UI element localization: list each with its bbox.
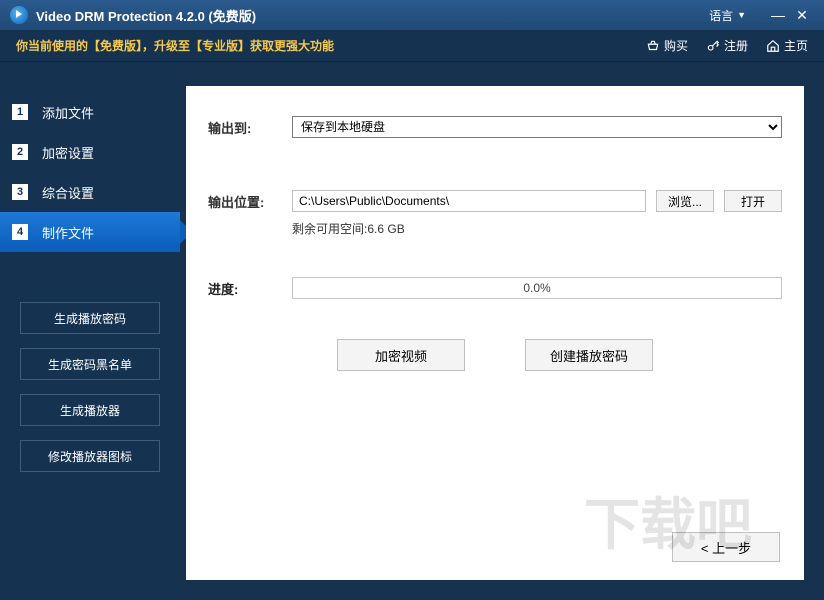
- chevron-down-icon: ▼: [737, 10, 746, 20]
- app-logo-icon: [10, 6, 28, 24]
- title-bar: Video DRM Protection 4.2.0 (免费版) 语言 ▼ — …: [0, 0, 824, 30]
- free-space-info: 剩余可用空间:6.6 GB: [292, 220, 782, 237]
- step-number: 4: [12, 224, 28, 240]
- action-row: 加密视频 创建播放密码: [208, 339, 782, 371]
- minimize-button[interactable]: —: [766, 7, 790, 23]
- encrypt-video-button[interactable]: 加密视频: [337, 339, 465, 371]
- sidebar-step-general-settings[interactable]: 3 综合设置: [0, 172, 180, 212]
- output-path-input[interactable]: [292, 190, 646, 212]
- output-to-select-wrap: 保存到本地硬盘: [292, 116, 782, 138]
- buy-label: 购买: [664, 37, 688, 54]
- main-area: 1 添加文件 2 加密设置 3 综合设置 4 制作文件 生成播放密码 生成密码黑…: [0, 62, 824, 600]
- output-path-label: 输出位置:: [208, 192, 292, 211]
- output-path-field-wrap: 浏览... 打开: [292, 190, 782, 212]
- gen-play-password-button[interactable]: 生成播放密码: [20, 302, 160, 334]
- register-label: 注册: [724, 37, 748, 54]
- buy-link[interactable]: 购买: [646, 37, 688, 54]
- content-panel: 输出到: 保存到本地硬盘 输出位置: 浏览... 打开 剩余可用空间:6.6 G…: [186, 86, 804, 580]
- output-path-row: 输出位置: 浏览... 打开: [208, 190, 782, 212]
- step-number: 2: [12, 144, 28, 160]
- step-label: 制作文件: [42, 223, 94, 242]
- modify-player-icon-button[interactable]: 修改播放器图标: [20, 440, 160, 472]
- sidebar: 1 添加文件 2 加密设置 3 综合设置 4 制作文件 生成播放密码 生成密码黑…: [0, 62, 180, 600]
- progress-bar: 0.0%: [292, 277, 782, 299]
- home-label: 主页: [784, 37, 808, 54]
- create-play-password-button[interactable]: 创建播放密码: [525, 339, 653, 371]
- close-button[interactable]: ✕: [790, 7, 814, 24]
- step-label: 加密设置: [42, 143, 94, 162]
- language-label: 语言: [709, 7, 733, 24]
- header-links: 购买 注册 主页: [646, 37, 808, 54]
- previous-step-button[interactable]: < 上一步: [672, 532, 780, 562]
- register-link[interactable]: 注册: [706, 37, 748, 54]
- sidebar-step-encrypt-settings[interactable]: 2 加密设置: [0, 132, 180, 172]
- app-title: Video DRM Protection 4.2.0 (免费版): [36, 6, 709, 25]
- promo-bar: 你当前使用的【免费版】，升级至【专业版】获取更强大功能 购买 注册 主页: [0, 30, 824, 62]
- sidebar-step-add-files[interactable]: 1 添加文件: [0, 92, 180, 132]
- gen-player-button[interactable]: 生成播放器: [20, 394, 160, 426]
- step-label: 添加文件: [42, 103, 94, 122]
- progress-row: 进度: 0.0%: [208, 277, 782, 299]
- step-number: 3: [12, 184, 28, 200]
- free-space-value: 6.6 GB: [367, 222, 404, 236]
- language-dropdown[interactable]: 语言 ▼: [709, 7, 746, 24]
- output-to-row: 输出到: 保存到本地硬盘: [208, 116, 782, 138]
- step-number: 1: [12, 104, 28, 120]
- step-label: 综合设置: [42, 183, 94, 202]
- output-to-label: 输出到:: [208, 118, 292, 137]
- open-button[interactable]: 打开: [724, 190, 782, 212]
- gen-blacklist-button[interactable]: 生成密码黑名单: [20, 348, 160, 380]
- browse-button[interactable]: 浏览...: [656, 190, 714, 212]
- sidebar-buttons: 生成播放密码 生成密码黑名单 生成播放器 修改播放器图标: [0, 302, 180, 472]
- output-to-select[interactable]: 保存到本地硬盘: [292, 116, 782, 138]
- basket-icon: [646, 39, 660, 53]
- progress-value: 0.0%: [523, 281, 550, 295]
- sidebar-step-make-file[interactable]: 4 制作文件: [0, 212, 180, 252]
- promo-message: 你当前使用的【免费版】，升级至【专业版】获取更强大功能: [16, 37, 646, 54]
- home-icon: [766, 39, 780, 53]
- progress-label: 进度:: [208, 279, 292, 298]
- free-space-label: 剩余可用空间:: [292, 222, 367, 236]
- home-link[interactable]: 主页: [766, 37, 808, 54]
- key-icon: [706, 39, 720, 53]
